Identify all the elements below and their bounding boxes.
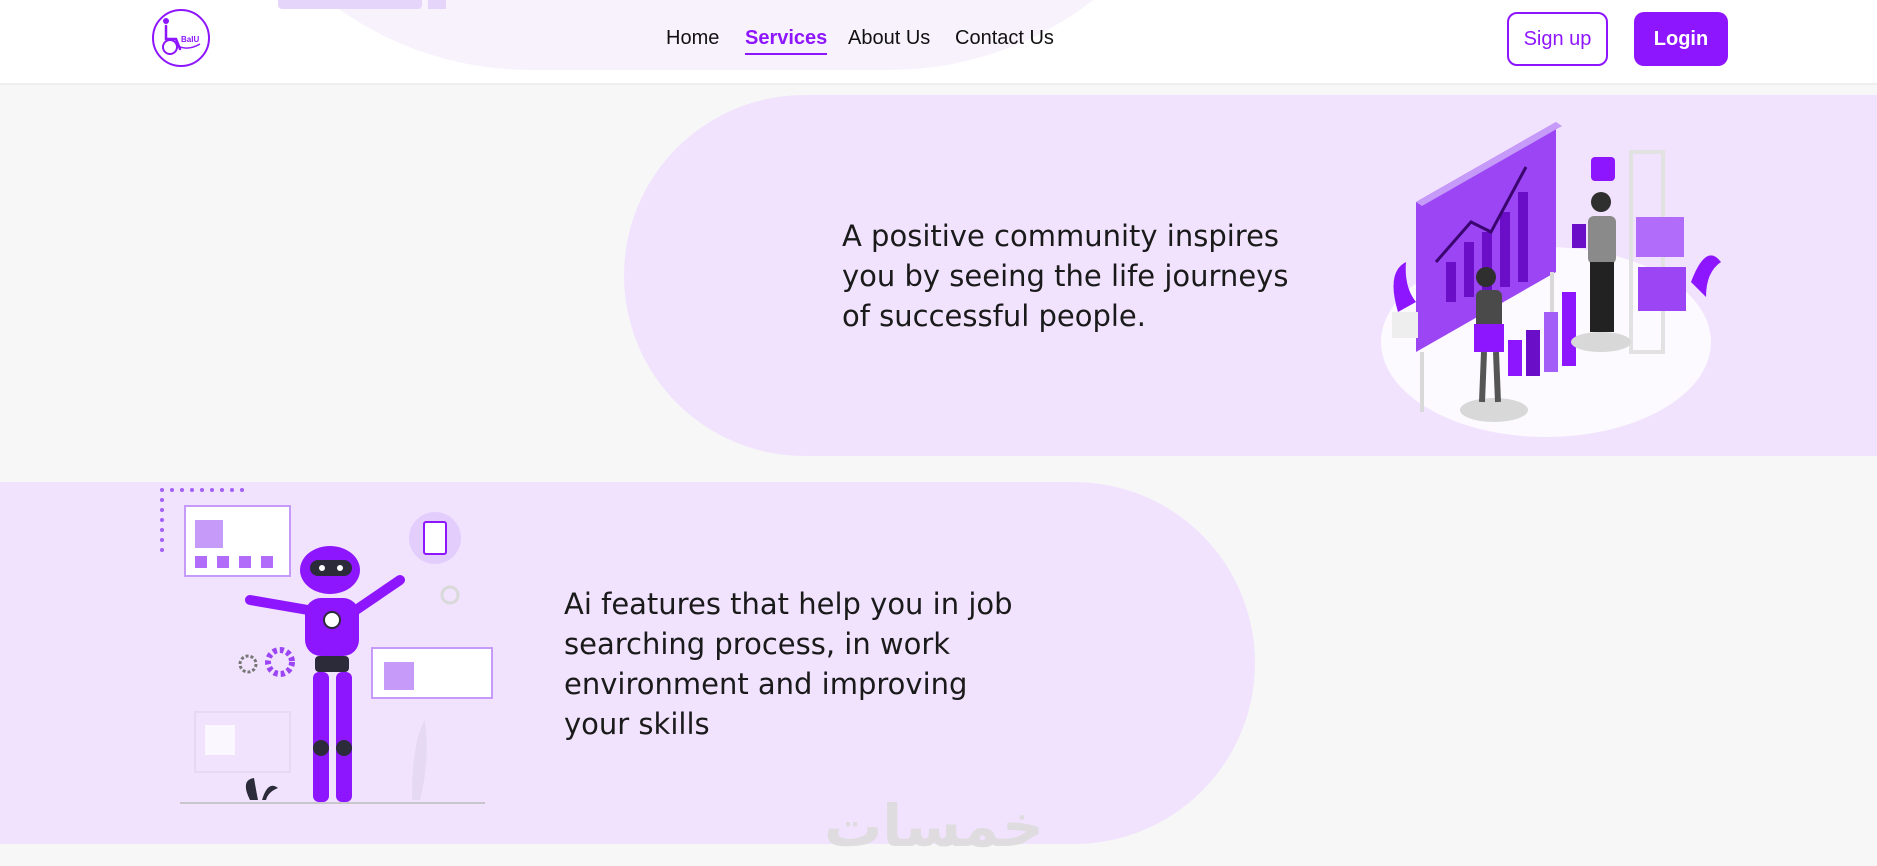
nav-about-us[interactable]: About Us [848, 26, 930, 53]
wheelchair-logo-icon: BaIU [162, 18, 201, 55]
watermark: خمسات [824, 792, 1044, 860]
nav-home[interactable]: Home [666, 26, 719, 53]
sign-up-button[interactable]: Sign up [1507, 12, 1608, 66]
nav-services[interactable]: Services [745, 26, 828, 55]
svg-text:BaIU: BaIU [181, 35, 199, 44]
nav-contact-us[interactable]: Contact Us [955, 26, 1054, 53]
business-presentation-illustration [1381, 122, 1721, 437]
feature-text-community: A positive community inspires you by see… [842, 219, 1289, 333]
logo[interactable]: BaIU [152, 9, 210, 67]
site-header: BaIU Home Services About Us Contact Us S… [0, 0, 1877, 85]
robot-illustration [160, 488, 493, 804]
login-button[interactable]: Login [1634, 12, 1728, 66]
header-decoration-strip [428, 0, 446, 9]
feature-text-ai: Ai features that help you in job searchi… [564, 587, 1013, 741]
header-decoration-strip [278, 0, 422, 9]
